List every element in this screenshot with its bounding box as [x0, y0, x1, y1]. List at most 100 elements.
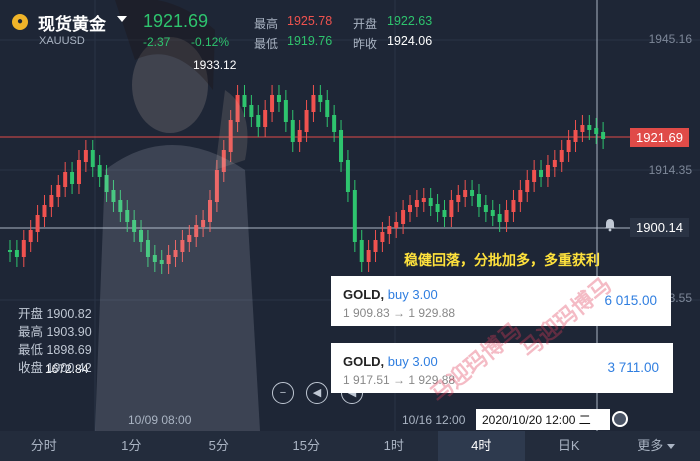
ohlc-close: 收盘 1900.42	[18, 361, 92, 375]
candle-body	[318, 95, 323, 102]
candle-body	[483, 205, 488, 212]
current-price-tag: 1921.69	[630, 128, 689, 147]
candle-body	[442, 210, 447, 217]
price-change-percent: -0.12%	[191, 35, 230, 49]
price-change: -2.37	[143, 35, 171, 49]
x-axis-label: 10/16 12:00	[402, 413, 466, 427]
peak-price-label: 1933.12	[193, 58, 237, 72]
candle-body	[601, 132, 606, 139]
candle-body	[332, 115, 337, 132]
candle-body	[518, 190, 523, 202]
ohlc-low: 最低 1898.69	[18, 343, 92, 357]
candle-body	[83, 150, 88, 162]
crosshair-handle[interactable]	[612, 411, 628, 427]
low-value: 1919.76	[287, 34, 333, 48]
candle-body	[8, 250, 12, 252]
candle-body	[532, 170, 537, 182]
candle-body	[21, 240, 26, 257]
high-value: 1925.78	[287, 14, 333, 28]
candle-body	[325, 100, 330, 117]
candle-body	[490, 210, 495, 216]
candle-body	[42, 205, 47, 217]
candle-body	[394, 222, 399, 228]
candle-body	[14, 250, 19, 257]
prev-close-value: 1924.06	[387, 34, 433, 48]
candle-body	[511, 200, 516, 212]
jump-to-start-button[interactable]: ◀	[306, 382, 328, 404]
tab-4hour[interactable]: 4时	[437, 431, 525, 461]
candle-body	[366, 250, 371, 262]
symbol-name[interactable]: 现货黄金	[38, 10, 106, 35]
tab-15min[interactable]: 15分	[263, 431, 351, 461]
tab-5min[interactable]: 5分	[175, 431, 263, 461]
candle-body	[380, 232, 385, 242]
trade-range: 1 909.83 → 1 929.88	[343, 306, 456, 320]
gold-coin-icon: ●	[12, 14, 28, 30]
candle-body	[49, 195, 54, 207]
symbol-code: XAUUSD	[39, 35, 85, 47]
candle-body	[359, 240, 364, 262]
low-label: 最低	[254, 37, 279, 51]
candle-body	[421, 198, 426, 202]
candle-body	[76, 160, 81, 184]
candle-body	[387, 226, 392, 234]
candle-body	[504, 210, 509, 222]
candle-body	[339, 130, 344, 162]
high-label: 最高	[254, 17, 279, 31]
candle-body	[435, 204, 440, 212]
prev-close-label: 昨收	[353, 37, 378, 51]
trade-side: buy 3.00	[387, 287, 438, 302]
trade-symbol: GOLD,	[343, 287, 385, 302]
candle-body	[414, 200, 419, 207]
candle-body	[373, 240, 378, 252]
candle-body	[345, 160, 350, 192]
tab-daily[interactable]: 日K	[525, 431, 613, 461]
candle-body	[470, 190, 475, 196]
candle-body	[587, 125, 592, 130]
candle-body	[463, 190, 468, 197]
chevron-down-icon	[667, 444, 676, 450]
last-price: 1921.69	[143, 11, 209, 31]
candle-body	[456, 195, 461, 202]
zoom-out-button[interactable]: −	[272, 382, 294, 404]
candle-body	[559, 150, 564, 162]
candle-body	[401, 210, 406, 224]
crosshair-date-tag: 2020/10/20 12:00 二	[476, 409, 610, 430]
y-axis-label: 1914.35	[648, 163, 692, 177]
x-axis-label: 10/09 08:00	[128, 413, 192, 427]
candle-body	[56, 185, 61, 197]
candle-body	[28, 230, 33, 242]
trade-profit: 3 711.00	[607, 360, 659, 375]
tab-more[interactable]: 更多	[613, 431, 700, 461]
trade-symbol: GOLD,	[343, 354, 385, 369]
ohlc-high: 最高 1903.90	[18, 325, 92, 339]
candle-body	[545, 165, 550, 177]
candle-body	[525, 180, 530, 192]
tab-1hour[interactable]: 1时	[350, 431, 438, 461]
trade-side: buy 3.00	[387, 354, 438, 369]
candle-body	[580, 125, 585, 132]
candle-body	[566, 140, 571, 152]
candle-body	[63, 172, 68, 187]
tab-1min[interactable]: 1分	[88, 431, 176, 461]
candle-body	[449, 200, 454, 217]
candle-body	[35, 215, 40, 232]
y-axis-label: 1945.16	[648, 32, 692, 46]
candle-body	[408, 205, 412, 212]
candle-body	[573, 130, 578, 142]
candle-body	[539, 170, 544, 177]
candle-body	[497, 214, 502, 222]
candle-body	[594, 128, 599, 134]
candle-body	[428, 198, 433, 206]
candle-body	[476, 194, 481, 207]
promo-slogan: 稳健回落，分批加多，多重获利	[404, 252, 600, 268]
candle-body	[352, 190, 357, 242]
open-label: 开盘	[353, 17, 378, 31]
open-value: 1922.63	[387, 14, 433, 28]
chevron-down-icon[interactable]	[117, 16, 127, 22]
quote-header: ● 现货黄金 XAUUSD 1921.69 -2.37 -0.12% 最高 19…	[0, 0, 480, 52]
candle-body	[552, 160, 557, 167]
crosshair-price-tag: 1900.14	[630, 218, 689, 237]
bell-icon[interactable]	[603, 218, 617, 232]
tab-fenshi[interactable]: 分时	[0, 431, 88, 461]
